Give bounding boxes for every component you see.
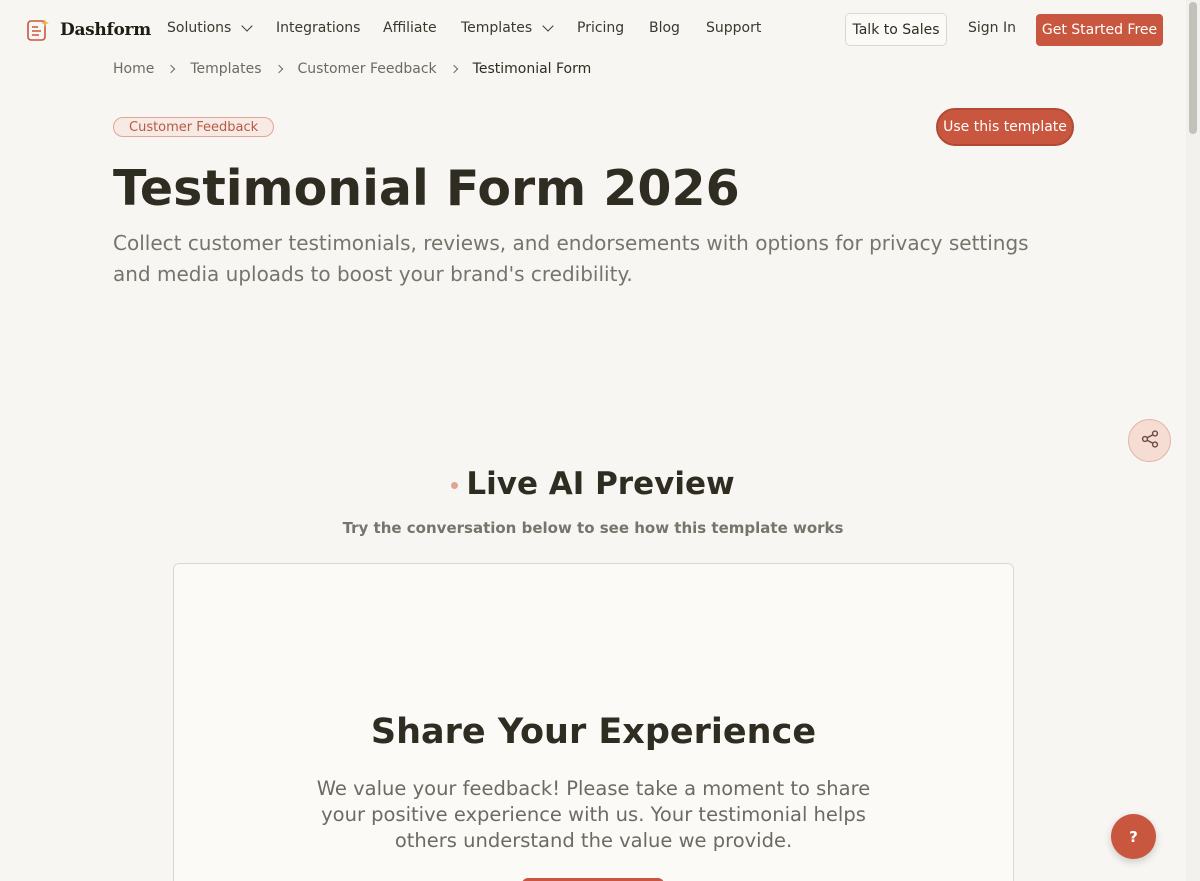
talk-to-sales-button[interactable]: Talk to Sales xyxy=(845,13,947,46)
nav-pricing-label: Pricing xyxy=(577,20,625,36)
share-button[interactable] xyxy=(1128,419,1171,462)
chevron-down-icon xyxy=(241,20,253,32)
preview-title: Live AI Preview xyxy=(466,466,735,502)
chevron-right-icon xyxy=(449,64,458,74)
form-title: Share Your Experience xyxy=(370,712,817,752)
use-template-button[interactable]: Use this template xyxy=(936,108,1074,146)
scrollbar-thumb[interactable] xyxy=(1189,2,1197,134)
page-subtitle: Collect customer testimonials, reviews, … xyxy=(113,231,1029,286)
nav-support-label: Support xyxy=(706,20,762,36)
category-badge[interactable]: Customer Feedback xyxy=(113,117,275,137)
preview-header: Live AI Preview xyxy=(0,466,1186,502)
chevron-right-icon xyxy=(167,64,176,74)
brand-logo[interactable]: Dashform xyxy=(26,18,151,42)
breadcrumb: Home Templates Customer Feedback Testimo… xyxy=(113,61,591,77)
form-sparkle-icon xyxy=(26,18,50,42)
share-icon xyxy=(1140,429,1160,453)
nav-affiliate-label: Affiliate xyxy=(383,20,437,36)
nav-links: Solutions Integrations Affiliate Templat… xyxy=(167,20,761,36)
preview-form-card: Share Your Experience We value your feed… xyxy=(173,563,1014,881)
preview-subtitle: Try the conversation below to see how th… xyxy=(342,519,844,537)
nav-templates-label: Templates xyxy=(461,20,533,36)
brand-name: Dashform xyxy=(60,20,151,40)
nav-pricing[interactable]: Pricing xyxy=(577,20,649,36)
top-nav: Dashform Solutions Integrations Affiliat… xyxy=(0,0,1186,60)
sign-in-link[interactable]: Sign In xyxy=(968,20,1016,36)
nav-solutions-label: Solutions xyxy=(167,20,232,36)
nav-blog-label: Blog xyxy=(649,20,680,36)
breadcrumb-customer-feedback[interactable]: Customer Feedback xyxy=(298,61,437,77)
page-scrollbar[interactable] xyxy=(1186,0,1200,881)
get-started-button[interactable]: Get Started Free xyxy=(1036,14,1163,46)
nav-affiliate[interactable]: Affiliate xyxy=(383,20,461,36)
chevron-right-icon xyxy=(274,64,283,74)
breadcrumb-home[interactable]: Home xyxy=(113,61,154,77)
breadcrumb-current: Testimonial Form xyxy=(472,61,592,77)
nav-support[interactable]: Support xyxy=(706,20,761,36)
nav-integrations[interactable]: Integrations xyxy=(276,20,383,36)
breadcrumb-templates[interactable]: Templates xyxy=(190,61,261,77)
nav-blog[interactable]: Blog xyxy=(649,20,706,36)
nav-templates[interactable]: Templates xyxy=(461,20,577,36)
nav-integrations-label: Integrations xyxy=(276,20,361,36)
nav-solutions[interactable]: Solutions xyxy=(167,20,276,36)
chevron-down-icon xyxy=(542,20,554,32)
help-icon: ? xyxy=(1129,827,1138,846)
help-button[interactable]: ? xyxy=(1111,814,1156,859)
form-description: We value your feedback! Please take a mo… xyxy=(316,777,871,852)
status-dot xyxy=(451,481,459,489)
page-title: Testimonial Form 2026 xyxy=(113,160,740,217)
